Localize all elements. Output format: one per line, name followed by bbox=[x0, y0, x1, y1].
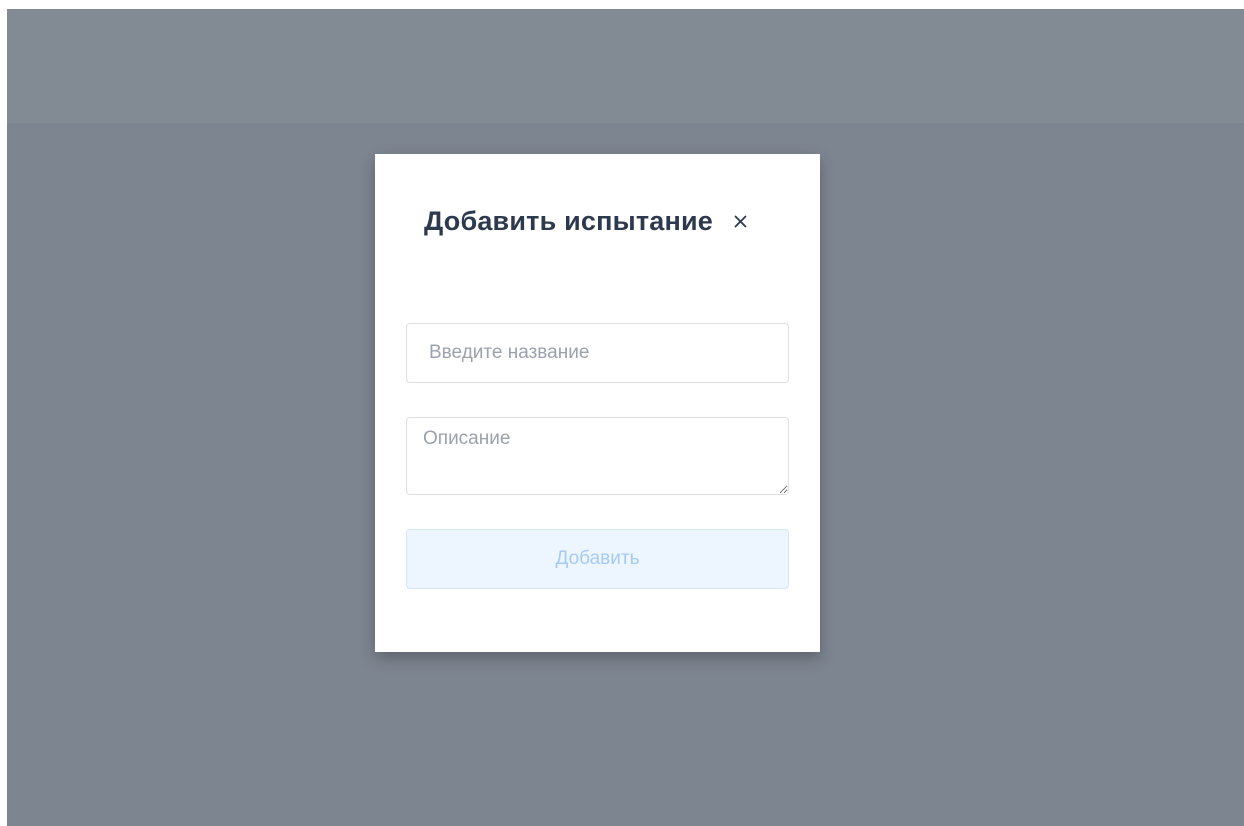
close-icon bbox=[734, 215, 746, 228]
page-overlay: Добавить испытание Добавить bbox=[7, 9, 1244, 826]
add-button[interactable]: Добавить bbox=[406, 529, 789, 589]
name-input[interactable] bbox=[406, 323, 789, 383]
header-overlay bbox=[7, 9, 1244, 123]
close-button[interactable] bbox=[729, 211, 751, 233]
description-textarea[interactable] bbox=[406, 417, 789, 495]
modal-header: Добавить испытание bbox=[424, 206, 751, 237]
add-test-modal: Добавить испытание Добавить bbox=[375, 154, 820, 652]
modal-title: Добавить испытание bbox=[424, 206, 714, 236]
